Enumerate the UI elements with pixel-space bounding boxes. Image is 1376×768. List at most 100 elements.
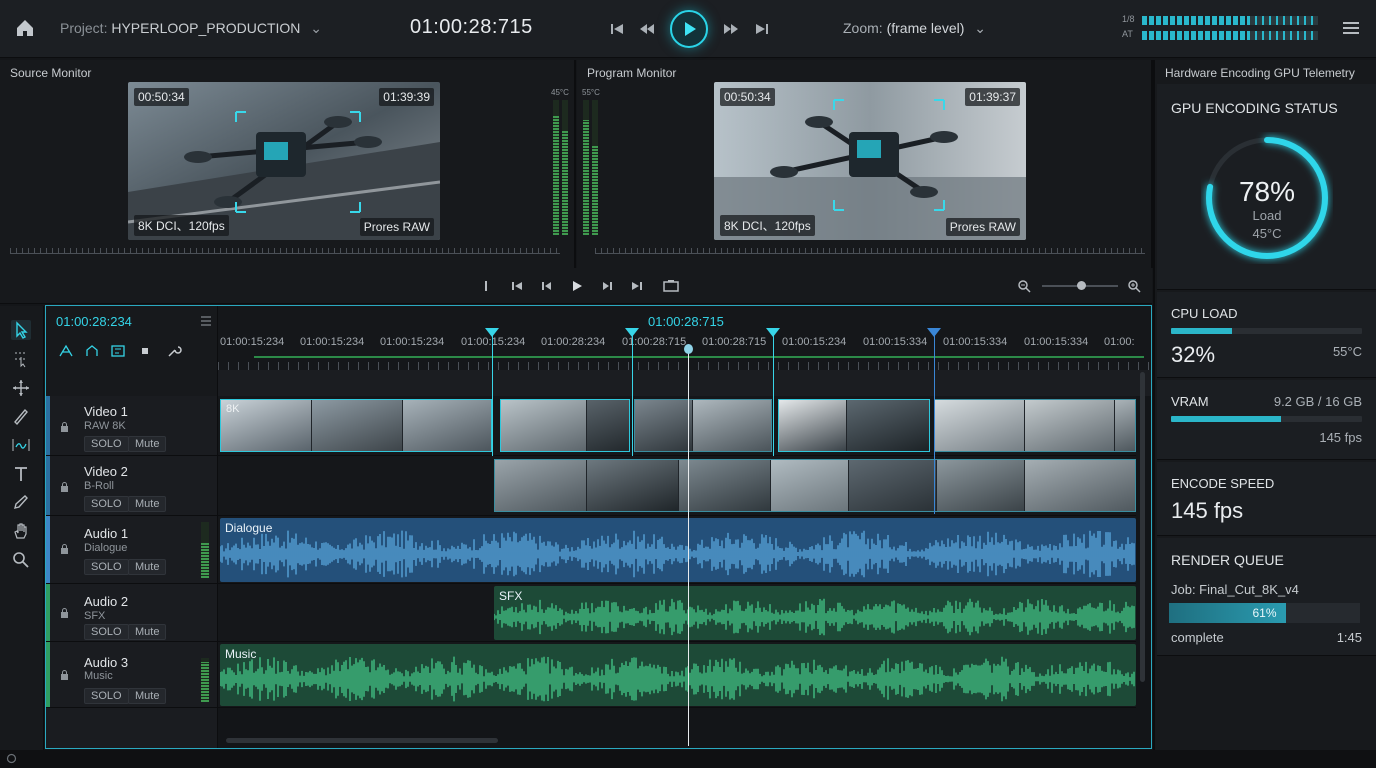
render-queue-card: RENDER QUEUE Job: Final_Cut_8K_v4 comple… xyxy=(1157,538,1376,656)
program-scrubber[interactable] xyxy=(595,248,1145,258)
timeline-ruler[interactable]: 01:00:28:715 01:00:15:234 01:00:15:234 0… xyxy=(218,306,1151,370)
audio-clip-sfx[interactable]: SFX xyxy=(494,586,1136,640)
zoom-tool-icon[interactable] xyxy=(11,550,31,570)
ruler-timecode: 01:00:28:715 xyxy=(648,314,724,329)
skip-to-end-icon[interactable] xyxy=(753,20,771,38)
mute-button[interactable]: Mute xyxy=(128,559,167,575)
solo-button[interactable]: SOLO xyxy=(84,436,129,452)
lane-audio-3: Music xyxy=(218,642,1136,708)
skip-to-start-icon[interactable] xyxy=(608,20,626,38)
source-vu-right xyxy=(562,100,568,235)
clip-thumbnail xyxy=(403,400,491,451)
audio-clip-dialogue[interactable]: Dialogue xyxy=(220,518,1136,582)
vertical-scrollbar[interactable] xyxy=(1140,372,1145,682)
ruler-ticks xyxy=(218,362,1151,370)
selection-tool-icon[interactable] xyxy=(11,320,31,340)
wrench-icon[interactable] xyxy=(166,344,182,358)
lock-icon[interactable] xyxy=(60,544,69,554)
horizontal-scrollbar[interactable] xyxy=(226,738,498,743)
fast-forward-icon[interactable] xyxy=(722,20,740,38)
mute-button[interactable]: Mute xyxy=(128,496,167,512)
source-frame[interactable]: 00:50:34 01:39:39 8K DCI、120fps Prores R… xyxy=(128,82,440,240)
cpu-value: 32% xyxy=(1171,342,1216,367)
step-forward-icon[interactable] xyxy=(600,279,614,293)
track-name: Video 1 xyxy=(84,404,128,419)
video-clip[interactable] xyxy=(778,399,930,452)
export-frame-icon[interactable] xyxy=(663,279,679,293)
sync-icon[interactable] xyxy=(6,753,17,764)
source-scrubber[interactable] xyxy=(10,248,560,258)
home-icon[interactable] xyxy=(14,17,36,39)
zoom-selector[interactable]: Zoom: (frame level) ⌄ xyxy=(843,20,986,37)
move-tool-icon[interactable] xyxy=(11,378,31,398)
linked-selection-icon[interactable] xyxy=(84,344,100,358)
solo-button[interactable]: SOLO xyxy=(84,496,129,512)
video-clip[interactable]: 8K xyxy=(220,399,492,452)
slip-tool-icon[interactable] xyxy=(11,435,31,455)
program-format: 8K DCI、120fps xyxy=(720,215,815,236)
timeline-panel: 01:00:28:234 01:00:28:715 01:00:15:234 0… xyxy=(45,305,1152,749)
mute-button[interactable]: Mute xyxy=(128,624,167,640)
playhead-line[interactable] xyxy=(688,346,689,746)
video-clip[interactable] xyxy=(494,459,1136,512)
zoom-in-icon[interactable] xyxy=(1127,279,1141,293)
lock-icon[interactable] xyxy=(60,670,69,680)
video-clip[interactable] xyxy=(500,399,630,452)
razor-tool-icon[interactable] xyxy=(11,406,31,426)
menu-icon[interactable] xyxy=(1342,20,1360,36)
work-area-bar[interactable] xyxy=(254,356,1144,358)
mark-in-icon[interactable] xyxy=(479,279,493,293)
mute-button[interactable]: Mute xyxy=(128,436,167,452)
ruler-label: 01:00:28:715 xyxy=(702,336,767,348)
rewind-icon[interactable] xyxy=(638,20,656,38)
queue-title: RENDER QUEUE xyxy=(1171,552,1284,568)
zoom-out-icon[interactable] xyxy=(1017,279,1031,293)
lock-icon[interactable] xyxy=(60,608,69,618)
sfx-waveform xyxy=(494,598,1135,636)
play-button[interactable] xyxy=(670,10,708,48)
lock-icon[interactable] xyxy=(60,422,69,432)
zoom-label: Zoom: xyxy=(843,20,883,36)
track-name: Video 2 xyxy=(84,464,128,479)
track-select-icon[interactable] xyxy=(11,349,31,369)
text-tool-icon[interactable] xyxy=(11,464,31,484)
video-clip[interactable] xyxy=(934,399,1136,452)
encode-value: 145 fps xyxy=(1171,498,1244,523)
vram-title: VRAM xyxy=(1171,394,1209,409)
play-icon[interactable] xyxy=(570,279,584,293)
mute-button[interactable]: Mute xyxy=(128,688,167,704)
marker-icon[interactable] xyxy=(110,344,126,358)
meter-label-bottom: AT xyxy=(1122,29,1133,39)
track-level-meter xyxy=(201,522,209,578)
clip-label: Dialogue xyxy=(225,521,273,535)
project-selector[interactable]: Project: HYPERLOOP_PRODUCTION ⌄ xyxy=(60,20,322,37)
hand-tool-icon[interactable] xyxy=(11,521,31,541)
zoom-slider-handle[interactable] xyxy=(1077,281,1086,290)
track-sub: B-Roll xyxy=(84,480,114,492)
solo-button[interactable]: SOLO xyxy=(84,559,129,575)
solo-button[interactable]: SOLO xyxy=(84,688,129,704)
queue-job: Job: Final_Cut_8K_v4 xyxy=(1171,582,1299,597)
waveform-path xyxy=(220,656,1135,702)
ruler-label: 01:00:15:334 xyxy=(1024,336,1089,348)
snap-icon[interactable] xyxy=(58,344,74,358)
timeline-gap-strip xyxy=(218,370,1151,396)
lock-icon[interactable] xyxy=(60,482,69,492)
track-color-bar xyxy=(46,642,50,707)
video-clip[interactable] xyxy=(634,399,772,452)
audio-clip-music[interactable]: Music xyxy=(220,644,1136,706)
step-back-icon[interactable] xyxy=(540,279,554,293)
go-to-start-icon[interactable] xyxy=(510,279,524,293)
zoom-slider[interactable] xyxy=(1042,281,1118,290)
pen-tool-icon[interactable] xyxy=(11,492,31,512)
go-to-end-icon[interactable] xyxy=(630,279,644,293)
playhead-handle[interactable] xyxy=(684,344,693,354)
program-vu-left xyxy=(583,100,589,235)
solo-button[interactable]: SOLO xyxy=(84,624,129,640)
queue-status: complete xyxy=(1171,630,1224,645)
timeline-menu-icon[interactable] xyxy=(200,316,212,326)
record-icon[interactable] xyxy=(140,346,150,356)
program-frame[interactable]: 00:50:34 01:39:37 8K DCI、120fps Prores R… xyxy=(714,82,1026,240)
dialogue-waveform xyxy=(220,530,1135,578)
audio-meters: 1/8 AT xyxy=(1120,14,1320,44)
